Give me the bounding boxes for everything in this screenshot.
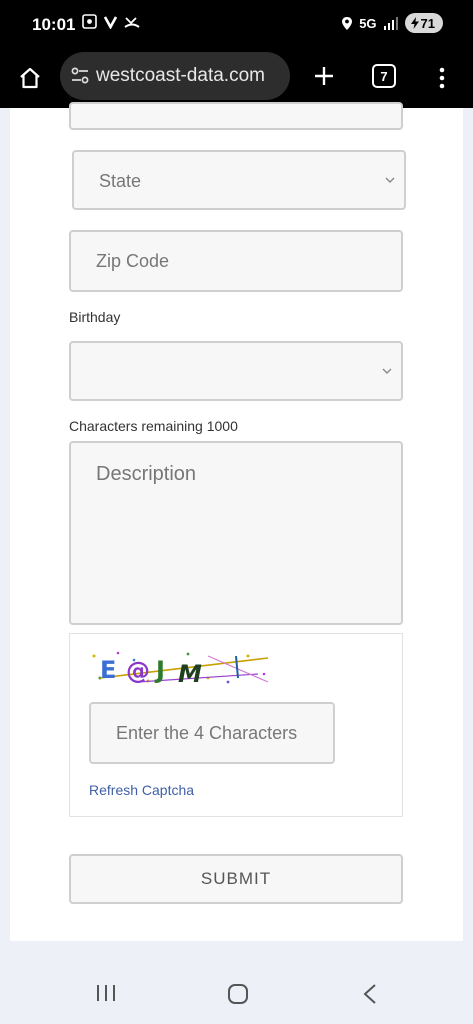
form-page: State Zip Code Birthday Characters remai… [10, 102, 463, 941]
recents-icon[interactable] [95, 983, 117, 1003]
location-icon [342, 16, 353, 30]
svg-text:E: E [100, 656, 116, 684]
battery-level: 71 [420, 15, 435, 31]
state-select-label: State [99, 171, 142, 191]
city-field-partial[interactable] [69, 102, 403, 130]
system-nav-bar [0, 941, 473, 1024]
birthday-label: Birthday [69, 309, 121, 325]
home-button[interactable] [14, 62, 46, 94]
refresh-captcha-link[interactable]: Refresh Captcha [89, 782, 194, 798]
signal-icon [383, 16, 398, 30]
zip-code-placeholder: Zip Code [96, 251, 170, 271]
description-placeholder: Description [96, 463, 197, 485]
home-icon [20, 67, 40, 89]
plus-icon [315, 67, 333, 85]
screenshot-notif-icon [82, 14, 97, 29]
missed-call-icon [124, 16, 140, 28]
state-select[interactable]: State [72, 150, 406, 210]
new-tab-button[interactable] [308, 60, 340, 92]
zip-code-input[interactable]: Zip Code [69, 230, 403, 292]
v-notif-icon [104, 15, 117, 29]
nav-home-icon[interactable] [227, 983, 249, 1005]
captcha-image: E @ J M [88, 648, 272, 688]
submit-button[interactable]: SUBMIT [69, 854, 403, 904]
svg-text:J: J [154, 656, 165, 684]
tab-switcher-button[interactable]: 7 [372, 64, 396, 88]
battery-indicator: 71 [404, 13, 443, 33]
chars-remaining-label: Characters remaining 1000 [69, 418, 238, 434]
browser-toolbar: westcoast-data.com 7 [0, 50, 473, 108]
chevron-down-icon [385, 177, 395, 183]
svg-text:@: @ [126, 657, 150, 685]
charging-icon [410, 17, 419, 29]
browser-menu-button[interactable] [430, 62, 454, 94]
more-vert-icon [439, 67, 445, 89]
notification-icons [82, 14, 140, 29]
chevron-down-icon [382, 368, 392, 374]
captcha-box: E @ J M Enter the 4 Characters Refresh C… [69, 633, 403, 817]
description-textarea[interactable]: Description [69, 441, 403, 625]
captcha-input[interactable]: Enter the 4 Characters [89, 702, 335, 764]
address-bar[interactable]: westcoast-data.com [60, 52, 290, 100]
birthday-select[interactable] [69, 341, 403, 401]
url-text: westcoast-data.com [96, 65, 265, 86]
svg-text:M: M [178, 660, 202, 688]
network-type: 5G [359, 15, 377, 31]
status-time: 10:01 [32, 15, 76, 34]
status-bar: 10:01 5G 71 [0, 0, 473, 50]
status-indicators: 5G 71 [341, 13, 443, 33]
captcha-placeholder: Enter the 4 Characters [116, 723, 298, 743]
back-icon[interactable] [362, 983, 378, 1005]
tune-icon[interactable] [70, 67, 90, 85]
